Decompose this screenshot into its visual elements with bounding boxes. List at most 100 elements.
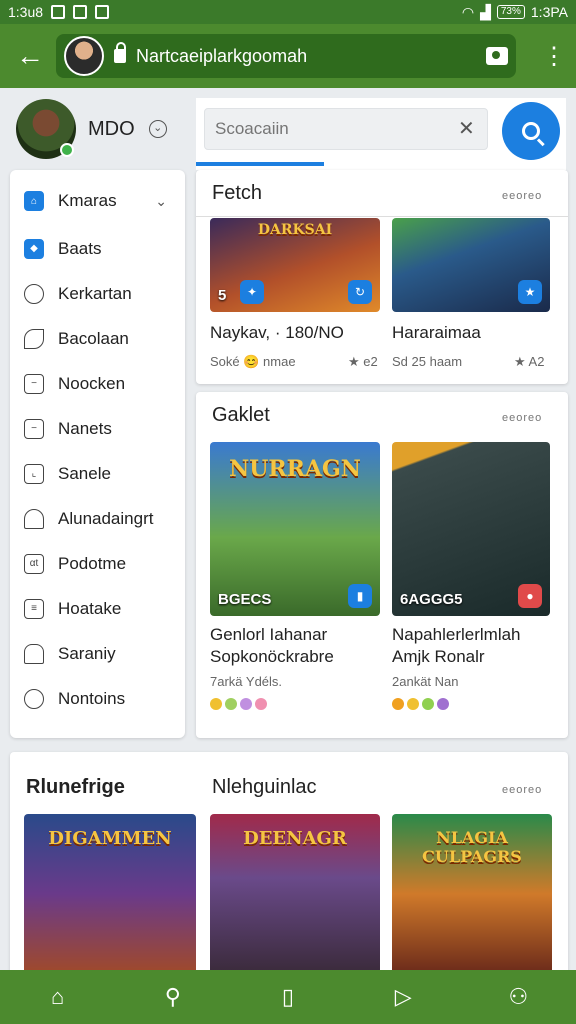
game-title[interactable]: Napahlerlerlmlah Amjk Ronalr [392,624,521,668]
leaf-icon [24,328,44,349]
search-input[interactable] [204,108,488,150]
notification-icon [95,5,110,19]
tag-dots [392,698,449,710]
notification-icon [51,5,66,19]
sidebar-item[interactable]: ◆ Baats [10,226,185,271]
play-icon[interactable]: ▷ [389,983,417,1011]
game-thumbnail[interactable]: ★ [392,218,550,312]
tag-dot [225,698,237,710]
tag-dots [210,698,267,710]
lock-icon [114,42,126,63]
tag-dot [255,698,267,710]
profile-name: MDO [88,117,135,140]
section-title: Nlehguinlac [212,776,317,798]
library-icon[interactable]: ▯ [274,983,302,1011]
sidebar-item-label: Podotme [58,553,127,573]
sidebar-item-label: Sanele [58,463,111,483]
back-arrow-icon[interactable]: ← [10,40,50,72]
game-thumbnail[interactable]: NLAGIA CULPAGRS [392,814,552,974]
search-button[interactable] [502,102,560,160]
divider [196,216,568,217]
sidebar-item-label: Hoatake [58,598,122,618]
game-badge: 6AGGG5 [400,591,463,608]
see-more-link[interactable]: eeoreo [502,190,542,202]
sidebar-item[interactable]: Bacolaan [10,316,185,361]
game-title[interactable]: Naykav, · 180/NO [210,322,344,344]
sidebar-item-label: Bacolaan [58,328,129,348]
section-title: Rlunefrige [26,776,125,798]
sidebar-item-label: Saraniy [58,643,116,663]
sidebar-item[interactable]: Saraniy [10,631,185,676]
fetch-section: Fetch eeoreo DARKSAI 5 ✦ ↻ ★ Naykav, · 1… [196,170,568,384]
sidebar-item[interactable]: ≡ Hoatake [10,586,185,631]
game-art-title: DEENAGR [243,828,347,849]
sidebar-item[interactable]: αt Podotme [10,541,185,586]
game-art-title: NLAGIA CULPAGRS [422,828,522,866]
bottom-navigation: ⌂ ⚲ ▯ ▷ ⚇ [0,970,576,1024]
sidebar-item[interactable]: ⌞ Sanele [10,451,185,496]
game-art-title: NURRAGN [229,456,361,482]
game-title[interactable]: Hararaimaa [392,322,481,344]
game-meta: Sd 25 haam [392,354,463,369]
game-meta: 2ankät Nan [392,674,459,689]
platform-icon: ● [518,584,542,608]
sidebar-item[interactable]: − Noocken [10,361,185,406]
game-art-title: DIGAMMEN [48,828,172,849]
game-badge: BGECS [218,591,272,608]
chevron-down-icon: ⌄ [155,192,167,209]
sidebar-item-label: Kmaras [58,191,117,210]
url-text: Nartcaeiplarkgoomah [136,45,308,66]
home-icon: ⌂ [24,191,44,211]
profile-header[interactable]: MDO ⌄ [16,98,186,160]
more-menu-icon[interactable]: ⋮ [542,42,566,71]
see-more-link[interactable]: eeoreo [502,412,542,424]
signal-icon: ▟ [480,3,491,20]
sidebar-item-label: Kerkartan [58,283,132,303]
sidebar-item[interactable]: Alunadaingrt [10,496,185,541]
clear-icon[interactable]: ✕ [458,116,475,141]
camera-icon[interactable] [486,47,508,65]
chevron-down-icon[interactable]: ⌄ [148,120,167,138]
search-icon[interactable]: ⚲ [159,983,187,1011]
status-time-right: 1:3PA [530,4,568,20]
chat-icon [24,283,44,304]
wifi-icon: ◠ [461,3,475,20]
game-thumbnail[interactable]: DEENAGR [210,814,380,974]
status-time-left: 1:3u8 [8,4,44,20]
game-thumbnail[interactable]: NURRAGN BGECS ▮ [210,442,380,616]
tag-dot [407,698,419,710]
address-bar[interactable]: Nartcaeiplarkgoomah [56,34,516,78]
sidebar-item[interactable]: Nontoins [10,676,185,721]
platform-icon: ★ [518,280,542,304]
square-icon: ⌞ [24,463,44,484]
person-icon [24,688,44,709]
grid-icon: αt [24,553,44,574]
profile-icon[interactable]: ⚇ [504,983,532,1011]
home-outline-icon [24,643,44,664]
game-meta: Soké 😊 nmae [210,354,296,369]
tag-dot [392,698,404,710]
see-more-link[interactable]: eeoreo [502,784,542,796]
game-thumbnail[interactable]: 6AGGG5 ● [392,442,550,616]
platform-icon: ✦ [240,280,264,304]
sidebar-item[interactable]: − Nanets [10,406,185,451]
section-title: Gaklet [212,404,270,426]
sidebar-item[interactable]: Kerkartan [10,271,185,316]
sidebar-item-label: Baats [58,238,102,258]
avatar [16,99,76,159]
tag-dot [240,698,252,710]
status-bar: 1:3u8 ◠ ▟ 73% 1:3PA [0,0,576,24]
home-icon[interactable]: ⌂ [44,983,72,1011]
sidebar: ⌂ Kmaras ⌄ ◆ Baats Kerkartan Bacolaan − … [10,170,185,738]
game-thumbnail[interactable]: DARKSAI 5 ✦ ↻ [210,218,380,312]
game-title[interactable]: Genlorl Iahanar Sopkonöckrabre [210,624,334,668]
search-panel: ✕ [196,98,566,170]
square-icon: − [24,373,44,394]
platform-icon: ▮ [348,584,372,608]
game-badge: 5 [218,287,227,304]
tag-dot [422,698,434,710]
sidebar-item[interactable]: ⌂ Kmaras ⌄ [10,176,185,226]
game-rating: ★ e2 [348,354,378,369]
game-thumbnail[interactable]: DIGAMMEN [24,814,196,974]
gaklet-section: Gaklet eeoreo NURRAGN BGECS ▮ 6AGGG5 ● G… [196,392,568,738]
